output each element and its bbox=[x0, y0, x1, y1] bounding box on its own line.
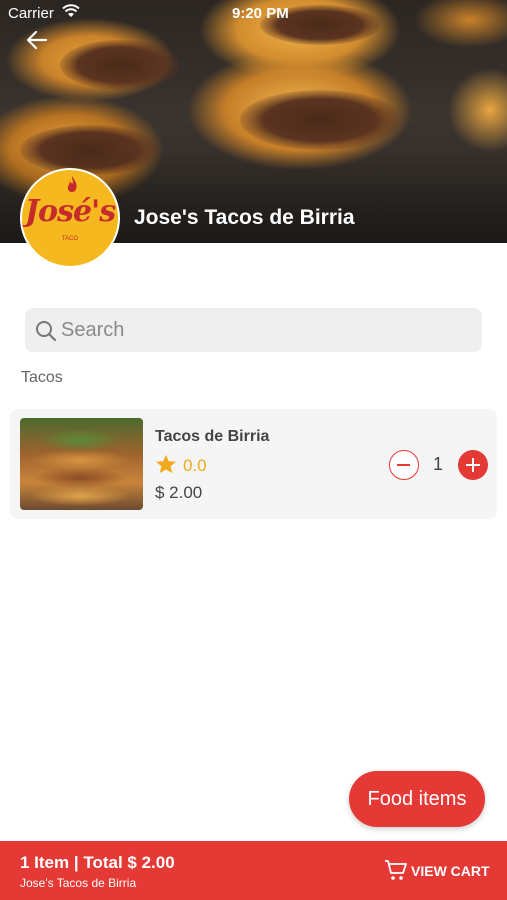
item-price: $ 2.00 bbox=[155, 483, 203, 502]
food-items-button[interactable]: Food items bbox=[349, 771, 485, 827]
increase-quantity-button[interactable] bbox=[458, 450, 488, 480]
carrier-label: Carrier bbox=[8, 5, 54, 22]
wifi-icon bbox=[61, 3, 81, 23]
decrease-quantity-button[interactable] bbox=[389, 450, 419, 480]
search-input[interactable] bbox=[61, 308, 461, 352]
star-icon bbox=[156, 454, 176, 474]
item-name: Tacos de Birria bbox=[155, 428, 270, 445]
back-button[interactable] bbox=[22, 26, 54, 54]
clock: 9:20 PM bbox=[232, 5, 289, 22]
restaurant-logo: José's TACO bbox=[20, 168, 120, 268]
food-photo-detail bbox=[60, 40, 180, 90]
food-photo-detail bbox=[240, 90, 400, 150]
back-arrow-icon bbox=[26, 30, 48, 50]
cart-restaurant-name: Jose's Tacos de Birria bbox=[20, 876, 137, 890]
flame-icon bbox=[67, 176, 77, 192]
cart-icon bbox=[385, 860, 407, 880]
menu-item-card[interactable]: Tacos de Birria 0.0 $ 2.00 1 bbox=[10, 409, 497, 519]
item-thumbnail bbox=[20, 418, 143, 510]
search-bar[interactable] bbox=[25, 308, 482, 352]
item-quantity: 1 bbox=[432, 454, 443, 474]
restaurant-name: Jose's Tacos de Birria bbox=[134, 206, 355, 229]
logo-subtext: TACO bbox=[61, 236, 79, 242]
cart-bar[interactable]: 1 Item | Total $ 2.00 Jose's Tacos de Bi… bbox=[0, 841, 507, 900]
category-heading: Tacos bbox=[21, 369, 63, 386]
cart-summary: 1 Item | Total $ 2.00 bbox=[20, 853, 175, 872]
search-icon bbox=[36, 321, 57, 342]
view-cart-label: VIEW CART bbox=[411, 863, 490, 879]
status-bar: Carrier 9:20 PM bbox=[0, 0, 507, 28]
logo-text: José's bbox=[24, 194, 116, 229]
item-rating: 0.0 bbox=[183, 456, 207, 475]
